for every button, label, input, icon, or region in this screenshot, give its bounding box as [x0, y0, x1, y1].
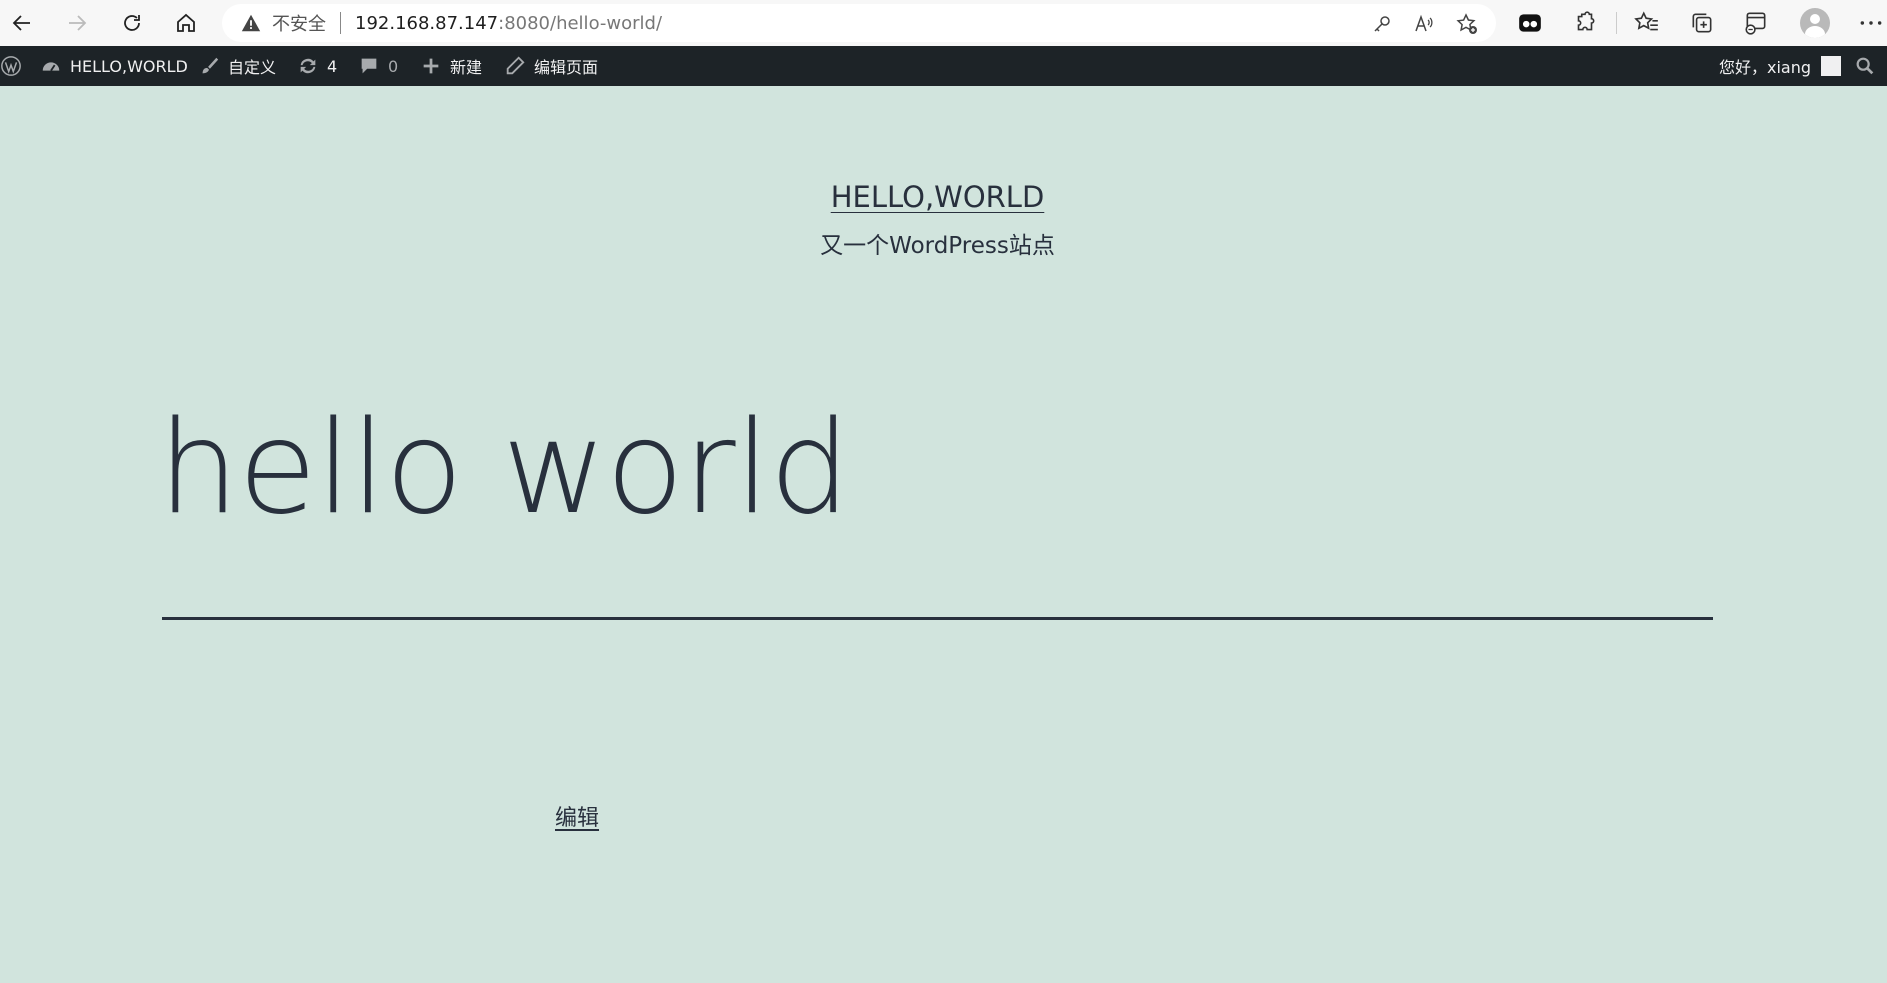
forward-button[interactable]: [57, 3, 97, 43]
home-icon: [177, 13, 195, 32]
warning-icon: [240, 12, 262, 34]
url-host: 192.168.87.147: [355, 12, 499, 34]
comment-bubble-icon: [361, 58, 377, 74]
site-description: 又一个WordPress站点: [820, 233, 1055, 259]
my-account-menu[interactable]: 您好，xiang: [1719, 46, 1842, 86]
paintbrush-icon: [202, 57, 219, 74]
updates-count: 4: [327, 56, 338, 76]
home-button[interactable]: [166, 3, 206, 43]
updates-link[interactable]: 4: [297, 46, 337, 86]
collections-icon[interactable]: [1689, 10, 1715, 36]
search-toggle[interactable]: [1854, 46, 1884, 86]
customize-label: 自定义: [228, 58, 277, 77]
ie-mode-icon[interactable]: [1743, 10, 1769, 36]
avatar-body: [1805, 26, 1825, 38]
arrow-left-icon: [12, 15, 30, 31]
edit-page-label: 编辑页面: [534, 58, 599, 77]
site-title[interactable]: HELLO,WORLD: [0, 180, 1875, 214]
title-divider: [162, 617, 1713, 620]
toolbar-separator: [1616, 12, 1617, 34]
address-separator: [340, 12, 341, 34]
comments-link[interactable]: 0: [358, 46, 398, 86]
site-name-menu[interactable]: HELLO,WORLD: [40, 46, 188, 86]
more-options-icon[interactable]: [1858, 10, 1884, 36]
search-icon: [1856, 57, 1874, 75]
url-path: :8080/hello-world/: [498, 12, 663, 34]
address-bar[interactable]: 不安全 192.168.87.147:8080/hello-world/: [222, 4, 1496, 42]
favorites-icon[interactable]: [1634, 10, 1660, 36]
new-content-menu[interactable]: 新建: [420, 46, 482, 86]
customize-link[interactable]: 自定义: [198, 46, 276, 86]
avatar: [1821, 56, 1842, 76]
read-aloud-icon[interactable]: [1412, 12, 1436, 36]
updates-icon: [300, 58, 316, 74]
wp-admin-bar: HELLO,WORLD 自定义 4 0 新建 编辑页面 您好，xiang: [0, 46, 1887, 86]
extensions-icon[interactable]: [1572, 10, 1598, 36]
favorite-add-icon[interactable]: [1455, 12, 1479, 36]
key-icon[interactable]: [1370, 12, 1394, 36]
insecure-label: 不安全: [272, 14, 326, 35]
site-name-label: HELLO,WORLD: [70, 56, 188, 76]
reload-icon: [124, 15, 140, 31]
profile-avatar[interactable]: [1800, 8, 1830, 38]
new-label: 新建: [450, 58, 483, 77]
browser-toolbar: 不安全 192.168.87.147:8080/hello-world/: [0, 0, 1887, 46]
reload-button[interactable]: [112, 3, 152, 43]
arrow-right-icon: [69, 15, 87, 31]
dashboard-icon: [42, 62, 60, 72]
post-title: hello world: [158, 394, 850, 543]
pencil-icon: [506, 56, 525, 75]
edit-page-link[interactable]: 编辑页面: [504, 46, 598, 86]
greeting-label: 您好，xiang: [1719, 58, 1812, 77]
edit-post-link[interactable]: 编辑: [555, 800, 599, 832]
plus-icon: [423, 58, 439, 74]
avatar-head: [1810, 14, 1820, 24]
back-button[interactable]: [2, 3, 42, 43]
wordpress-logo-icon: [1, 56, 21, 76]
extension-app-icon[interactable]: [1517, 10, 1543, 36]
site-title-link[interactable]: HELLO,WORLD: [831, 180, 1045, 214]
wp-logo-menu[interactable]: [0, 46, 30, 86]
comments-count: 0: [388, 56, 399, 76]
